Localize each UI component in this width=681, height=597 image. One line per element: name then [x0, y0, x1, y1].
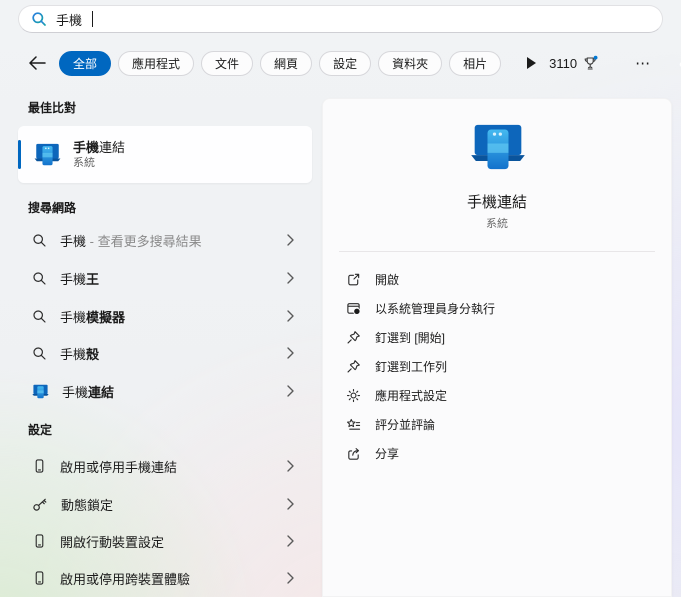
panel-app-subtitle: 系統	[486, 218, 508, 230]
search-suggestion-icon	[32, 233, 47, 248]
smartphone-icon	[32, 458, 47, 474]
chevron-right-icon[interactable]	[287, 535, 294, 547]
rewards-points-button[interactable]: 3110	[549, 55, 599, 72]
web-suggestion-row[interactable]: 手機 - 查看更多搜尋結果	[22, 221, 300, 259]
action-label: 釘選到 [開始]	[375, 331, 446, 345]
filter-tab-label: 全部	[73, 56, 98, 71]
chevron-right-icon[interactable]	[287, 347, 294, 359]
pin-icon	[345, 359, 361, 374]
details-panel: 手機連結 系統 開啟 以系統管理員身分執行 釘選到 [開始] 釘選到工作列 應用…	[322, 98, 672, 597]
filter-tab-photos[interactable]: 相片	[449, 50, 502, 76]
rewards-points-value: 3110	[549, 55, 578, 71]
more-filters-button[interactable]	[520, 56, 542, 70]
filter-tab-folders[interactable]: 資料夾	[378, 50, 443, 76]
action-label: 釘選到工作列	[375, 360, 448, 374]
filter-tab-label: 網頁	[274, 56, 299, 71]
web-suggestion-row[interactable]: 手機模擬器	[22, 297, 300, 335]
search-suggestion-icon	[32, 271, 47, 286]
settings-result-label: 啟用或停用跨裝置體驗	[60, 571, 191, 587]
action-app-settings[interactable]: 應用程式設定	[323, 381, 671, 410]
filter-tab-web[interactable]: 網頁	[260, 50, 313, 76]
chevron-right-icon[interactable]	[287, 572, 294, 584]
filter-tab-documents[interactable]: 文件	[201, 50, 254, 76]
phone-link-app-icon-large	[470, 119, 526, 175]
filter-tab-label: 相片	[463, 56, 488, 71]
web-suggestion-row[interactable]: 手機王	[22, 259, 300, 297]
action-label: 分享	[375, 447, 400, 461]
action-label: 開啟	[375, 273, 400, 287]
panel-app-title: 手機連結	[466, 194, 527, 211]
search-query-text: 手機	[56, 12, 83, 28]
best-match-header: 最佳比對	[28, 101, 77, 115]
settings-result-row[interactable]: 啟用或停用跨裝置體驗	[22, 559, 300, 597]
settings-result-row[interactable]: 動態鎖定	[22, 485, 300, 523]
search-input[interactable]: 手機	[18, 5, 663, 33]
best-match-subtitle: 系統	[73, 157, 95, 169]
open-external-icon	[345, 272, 361, 287]
search-icon	[31, 11, 47, 27]
settings-result-label: 啟用或停用手機連結	[60, 459, 178, 475]
search-suggestion-icon	[32, 309, 47, 324]
back-button[interactable]	[28, 56, 52, 70]
key-icon	[32, 496, 48, 512]
filter-tab-label: 文件	[215, 56, 240, 71]
chevron-right-icon[interactable]	[287, 272, 294, 284]
best-match-title: 手機連結	[73, 140, 126, 155]
smartphone-icon	[32, 570, 47, 586]
action-label: 評分並評論	[375, 418, 436, 432]
rate-review-icon	[345, 417, 361, 432]
action-label: 應用程式設定	[375, 389, 448, 403]
best-match-item[interactable]: 手機連結 系統	[18, 126, 312, 183]
chevron-right-icon[interactable]	[287, 310, 294, 322]
app-result-row[interactable]: 手機連結	[22, 372, 300, 410]
selection-accent-bar	[18, 140, 21, 169]
filter-tab-label: 應用程式	[132, 56, 181, 71]
filter-tab-label: 設定	[333, 56, 358, 71]
action-rate-and-review[interactable]: 評分並評論	[323, 410, 671, 439]
suggestion-text: 手機連結	[62, 384, 115, 400]
play-triangle-icon	[526, 57, 537, 69]
suggestion-text: 手機模擬器	[60, 309, 126, 325]
web-search-header: 搜尋網路	[28, 201, 77, 215]
action-run-as-admin[interactable]: 以系統管理員身分執行	[323, 294, 671, 323]
chevron-right-icon[interactable]	[287, 498, 294, 510]
web-suggestion-row[interactable]: 手機殼	[22, 334, 300, 372]
run-as-admin-icon	[345, 301, 361, 316]
gear-icon	[345, 388, 361, 403]
filter-tab-apps[interactable]: 應用程式	[118, 50, 195, 76]
share-icon	[345, 446, 361, 461]
action-open[interactable]: 開啟	[323, 265, 671, 294]
action-share[interactable]: 分享	[323, 439, 671, 468]
search-suggestion-icon	[32, 346, 47, 361]
filter-row: 全部 應用程式 文件 網頁 設定 資料夾 相片 3110 ⋯	[0, 47, 681, 79]
pin-icon	[345, 330, 361, 345]
settings-result-row[interactable]: 開啟行動裝置設定	[22, 522, 300, 560]
chevron-right-icon[interactable]	[287, 460, 294, 472]
back-arrow-icon	[28, 56, 46, 70]
chevron-right-icon[interactable]	[287, 385, 294, 397]
action-pin-to-taskbar[interactable]: 釘選到工作列	[323, 352, 671, 381]
settings-result-label: 開啟行動裝置設定	[60, 534, 165, 550]
suggestion-text: 手機王	[60, 271, 100, 287]
chevron-right-icon[interactable]	[287, 234, 294, 246]
rewards-trophy-icon	[582, 55, 599, 72]
phone-link-app-icon	[32, 383, 49, 400]
text-caret	[92, 11, 94, 27]
filter-tab-settings[interactable]: 設定	[319, 50, 372, 76]
divider	[339, 251, 655, 252]
action-pin-to-start[interactable]: 釘選到 [開始]	[323, 323, 671, 352]
filter-tab-all[interactable]: 全部	[59, 50, 112, 76]
phone-link-app-icon	[34, 141, 61, 168]
settings-header: 設定	[28, 423, 53, 437]
more-options-button[interactable]: ⋯	[629, 53, 657, 73]
suggestion-text: 手機殼	[60, 346, 100, 362]
suggestion-text: 手機 - 查看更多搜尋結果	[60, 233, 202, 249]
smartphone-icon	[32, 533, 47, 549]
action-label: 以系統管理員身分執行	[375, 302, 496, 316]
settings-result-row[interactable]: 啟用或停用手機連結	[22, 447, 300, 485]
filter-tab-label: 資料夾	[392, 56, 429, 71]
action-list: 開啟 以系統管理員身分執行 釘選到 [開始] 釘選到工作列 應用程式設定 評分並…	[323, 265, 671, 468]
settings-result-label: 動態鎖定	[61, 497, 114, 513]
